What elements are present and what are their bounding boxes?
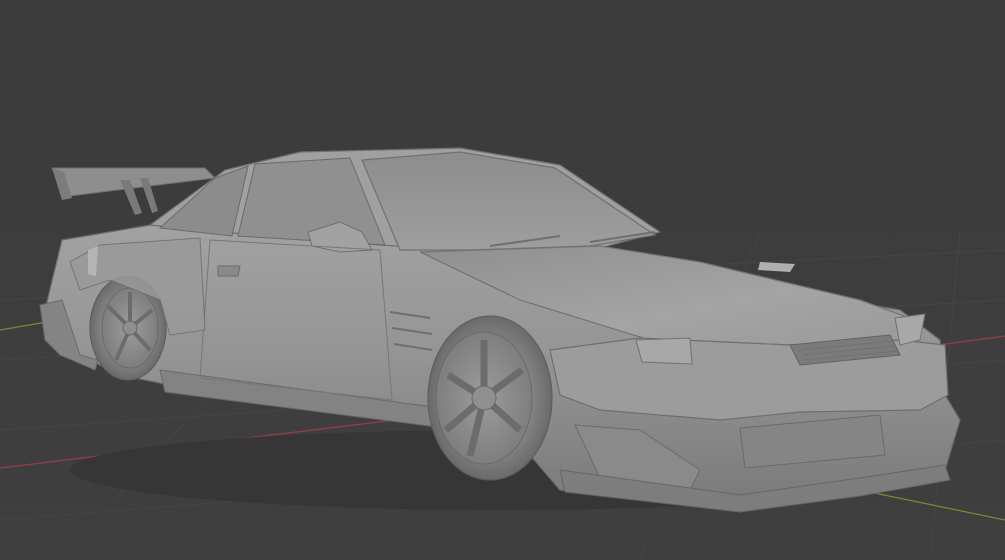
3d-viewport[interactable] (0, 0, 1005, 560)
headlight-left (635, 337, 693, 365)
viewport-canvas[interactable] (0, 0, 1005, 560)
front-wheel (427, 315, 553, 481)
door-handle (217, 265, 241, 277)
